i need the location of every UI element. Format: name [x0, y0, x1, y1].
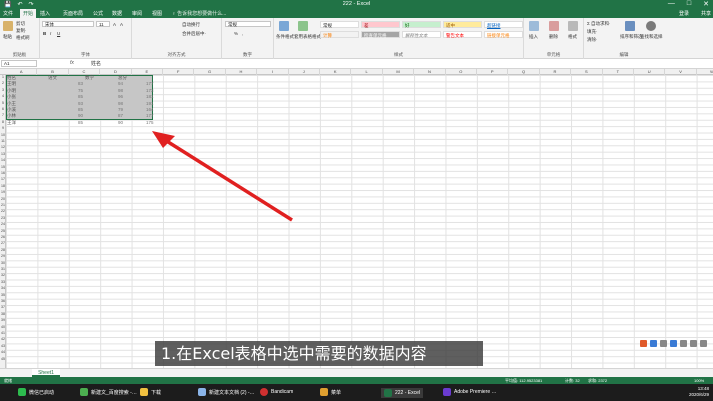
sheet-tabs-bar: Sheet1 [0, 368, 713, 377]
taskbar-item-excel[interactable]: 222 - Excel [381, 388, 424, 398]
system-clock[interactable]: 13:48 2020/6/29 [689, 386, 709, 398]
ime-logo-icon[interactable] [640, 339, 647, 347]
ime-tools-icon[interactable] [700, 339, 707, 347]
menu-icon [320, 388, 328, 396]
wechat-icon [18, 388, 26, 396]
ime-mic-icon[interactable] [670, 339, 677, 347]
taskbar-item-wechat[interactable]: 微信已启动 [18, 388, 54, 396]
browser-icon [80, 388, 88, 396]
bandicam-icon [260, 388, 268, 396]
taskbar-item-notepad[interactable]: 新建文本文档 (2) -… [198, 388, 255, 396]
premiere-icon [443, 388, 451, 396]
clock-date: 2020/6/29 [688, 392, 709, 397]
excel-icon [384, 389, 392, 397]
taskbar-item-browser[interactable]: 新建文_百度搜索 -… [80, 388, 137, 396]
folder-icon [140, 388, 148, 396]
ime-lang-icon[interactable] [650, 339, 657, 347]
taskbar-item-menu[interactable]: 菜单 [320, 388, 341, 396]
ime-skin-icon[interactable] [690, 339, 697, 347]
ime-punct-icon[interactable] [660, 339, 667, 347]
status-bar: 就绪 平均值: 112.9523381 计数: 32 求和: 2372 100% [0, 377, 713, 384]
taskbar-item-downloads[interactable]: 下载 [140, 388, 161, 396]
notepad-icon [198, 388, 206, 396]
zoom-level[interactable]: 100% [694, 378, 704, 383]
ime-keyboard-icon[interactable] [680, 339, 687, 347]
taskbar-item-bandicam[interactable]: Bandicam [260, 388, 293, 396]
tutorial-caption: 1.在Excel表格中选中需要的数据内容 [155, 341, 483, 366]
sheet-tab-sheet1[interactable]: Sheet1 [32, 369, 60, 377]
taskbar-item-premiere[interactable]: Adobe Premiere … [443, 388, 497, 396]
arrow-shaft [164, 138, 293, 222]
ime-toolbar [640, 338, 713, 348]
taskbar: 微信已启动 新建文_百度搜索 -… 下载 新建文本文档 (2) -… Bandi… [0, 384, 713, 401]
